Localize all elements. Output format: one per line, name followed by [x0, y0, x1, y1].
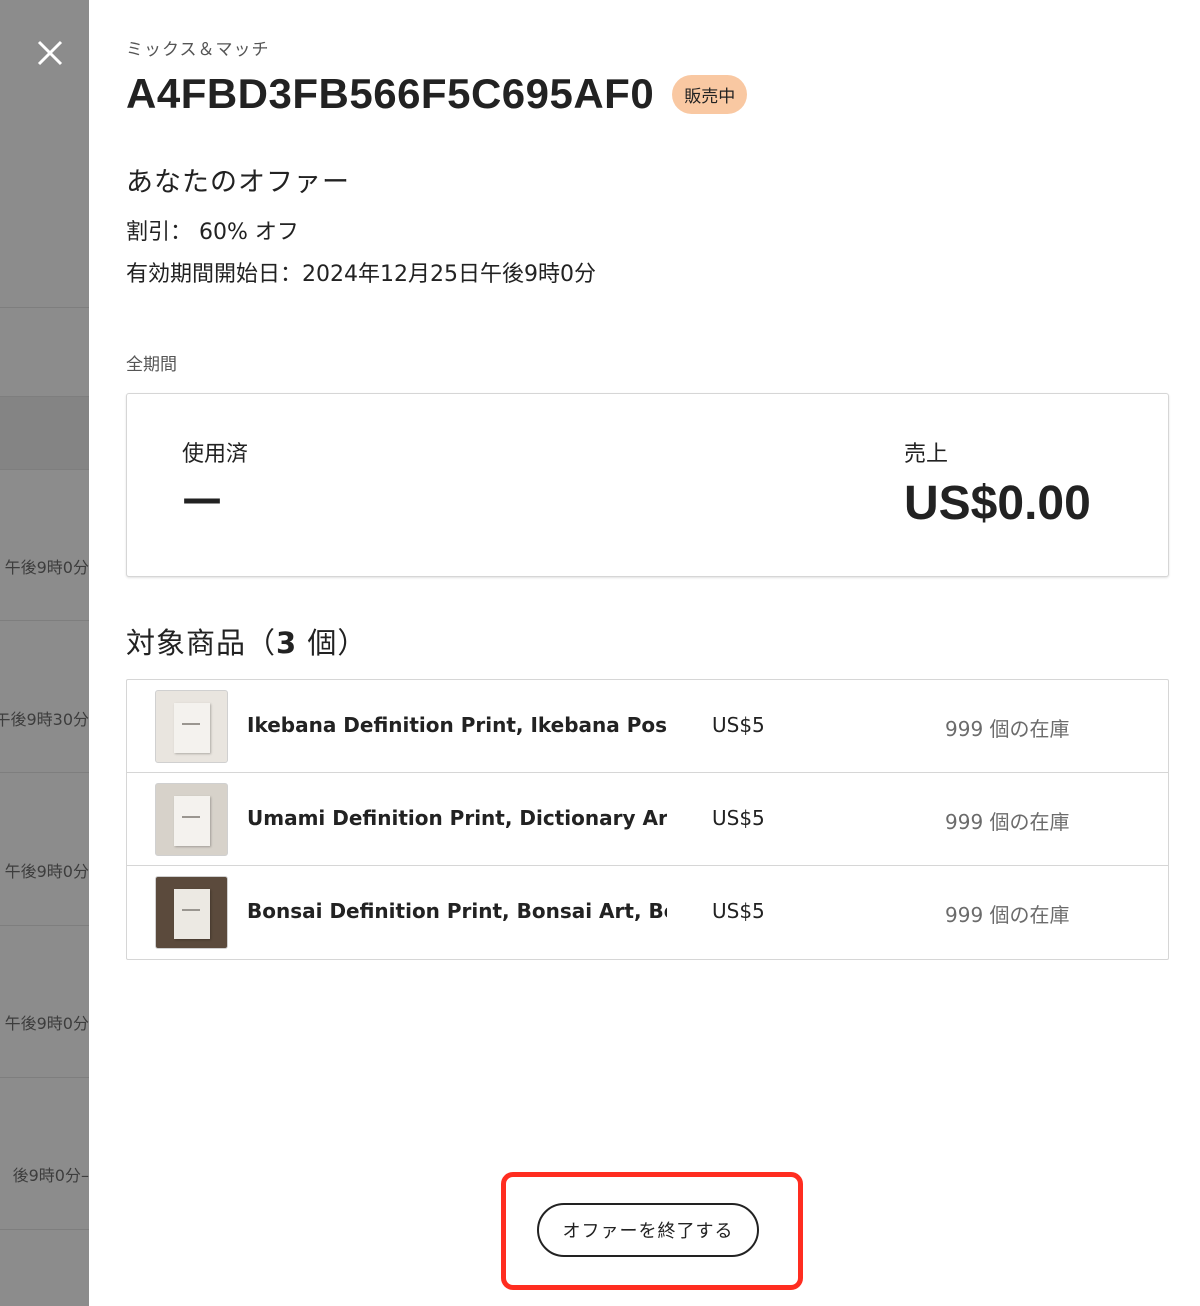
product-thumbnail — [155, 783, 228, 856]
background-text: 後9時0分– — [12, 1166, 89, 1185]
product-row[interactable]: Ikebana Definition Print, Ikebana Post..… — [127, 680, 1168, 773]
product-stock: 999 個の在庫 — [945, 903, 1070, 927]
used-value: — — [182, 476, 222, 522]
close-icon — [37, 40, 63, 66]
product-stock: 999 個の在庫 — [945, 810, 1070, 834]
background-divider — [0, 307, 89, 308]
background-divider — [0, 396, 89, 397]
background-text: 午後9時0分 — [4, 862, 89, 881]
product-thumbnail — [155, 690, 228, 763]
start-date-text: 有効期間開始日：2024年12月25日午後9時0分 — [126, 262, 596, 287]
products-heading-suffix: 個） — [297, 626, 368, 660]
products-heading-count: 3 — [276, 626, 298, 660]
background-divider — [0, 1229, 89, 1230]
title-row: A4FBD3FB566F5C695AF0 販売中 — [126, 70, 748, 118]
used-label: 使用済 — [182, 442, 249, 467]
product-name: Ikebana Definition Print, Ikebana Post..… — [247, 713, 667, 737]
sales-label: 売上 — [904, 442, 949, 467]
products-heading: 対象商品（3 個） — [126, 620, 367, 662]
background-divider — [0, 772, 89, 773]
product-name: Bonsai Definition Print, Bonsai Art, Bo.… — [247, 899, 667, 923]
offer-detail-panel: ミックス＆マッチ A4FBD3FB566F5C695AF0 販売中 あなたのオフ… — [89, 0, 1200, 1306]
background-overlay: 午後9時0分 午後9時30分 午後9時0分 午後9時0分 後9時0分– — [0, 0, 89, 1306]
background-text: 午後9時0分 — [4, 558, 89, 577]
products-heading-prefix: 対象商品（ — [126, 626, 277, 660]
sales-value: US$0.00 — [904, 477, 1091, 530]
background-text: 午後9時0分 — [4, 1014, 89, 1033]
product-price: US$5 — [712, 899, 765, 923]
discount-text: 割引： 60% オフ — [126, 220, 299, 245]
product-name: Umami Definition Print, Dictionary Art .… — [247, 806, 667, 830]
stats-card: 使用済 — 売上 US$0.00 — [126, 393, 1169, 577]
product-price: US$5 — [712, 806, 765, 830]
period-label: 全期間 — [126, 355, 177, 375]
product-row[interactable]: Umami Definition Print, Dictionary Art .… — [127, 773, 1168, 866]
close-button[interactable] — [30, 33, 70, 73]
offer-type-label: ミックス＆マッチ — [126, 40, 270, 60]
background-divider — [0, 925, 89, 926]
background-row-shade — [0, 396, 89, 469]
status-badge: 販売中 — [672, 74, 748, 114]
product-thumbnail — [155, 876, 228, 949]
background-divider — [0, 1077, 89, 1078]
your-offer-heading: あなたのオファー — [126, 167, 350, 198]
offer-code-title: A4FBD3FB566F5C695AF0 — [126, 70, 655, 117]
end-offer-button[interactable]: オファーを終了する — [537, 1203, 759, 1257]
product-list: Ikebana Definition Print, Ikebana Post..… — [126, 679, 1169, 960]
product-row[interactable]: Bonsai Definition Print, Bonsai Art, Bo.… — [127, 866, 1168, 959]
product-price: US$5 — [712, 713, 765, 737]
background-text: 午後9時30分 — [0, 710, 89, 729]
background-divider — [0, 469, 89, 470]
background-divider — [0, 620, 89, 621]
product-stock: 999 個の在庫 — [945, 717, 1070, 741]
